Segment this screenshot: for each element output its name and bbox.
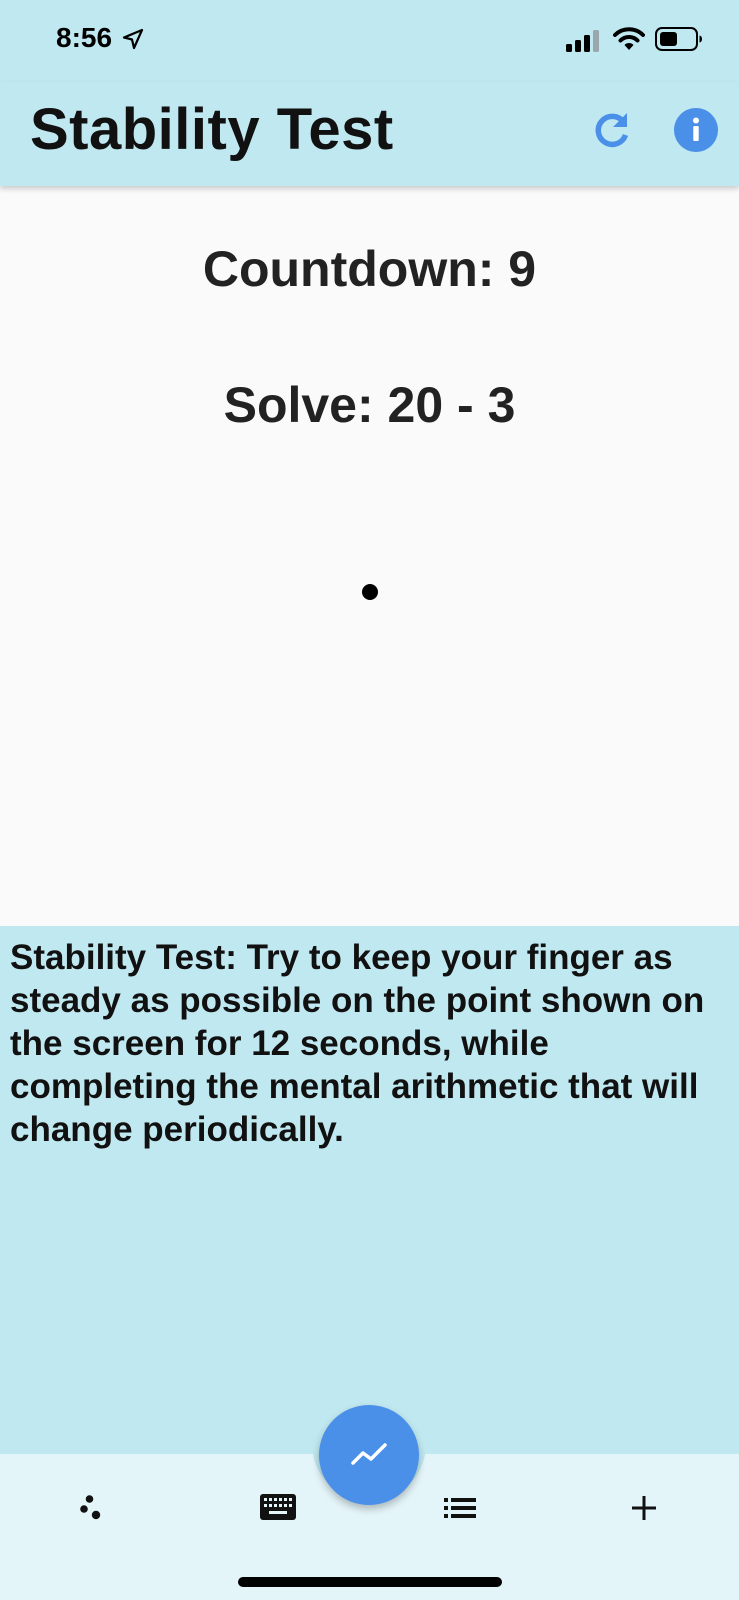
wifi-icon — [613, 27, 645, 50]
dots-icon — [80, 1495, 101, 1520]
nav-item-keyboard[interactable] — [254, 1484, 302, 1532]
info-button[interactable] — [672, 106, 720, 154]
status-time: 8:56 — [56, 22, 113, 53]
countdown-text: Countdown: 9 — [202, 241, 537, 297]
page-title: Stability Test — [30, 97, 394, 162]
status-bar: 8:56 — [0, 0, 739, 82]
test-area[interactable]: Countdown: 9 Solve: 20 - 3 — [0, 186, 739, 926]
instructions-panel: Stability Test: Try to keep your finger … — [0, 926, 739, 1454]
home-indicator[interactable] — [238, 1577, 502, 1587]
keyboard-icon — [260, 1494, 296, 1520]
trending-fab-button[interactable] — [319, 1405, 419, 1505]
list-icon — [444, 1498, 476, 1518]
instructions-text: Stability Test: Try to keep your finger … — [10, 938, 705, 1149]
nav-item-list[interactable] — [436, 1484, 484, 1532]
arithmetic-prompt: Solve: 20 - 3 — [223, 377, 516, 433]
trending-icon — [351, 1443, 387, 1465]
refresh-button[interactable] — [588, 106, 636, 154]
refresh-icon — [595, 113, 629, 148]
app-bar: Stability Test — [0, 82, 739, 186]
target-point[interactable] — [362, 584, 378, 600]
location-arrow-icon — [122, 28, 144, 50]
battery-icon — [655, 27, 702, 51]
nav-item-add[interactable] — [620, 1484, 668, 1532]
nav-item-dots[interactable] — [70, 1484, 118, 1532]
info-icon — [674, 108, 718, 152]
add-icon — [632, 1496, 656, 1520]
cellular-signal-icon — [566, 30, 599, 52]
